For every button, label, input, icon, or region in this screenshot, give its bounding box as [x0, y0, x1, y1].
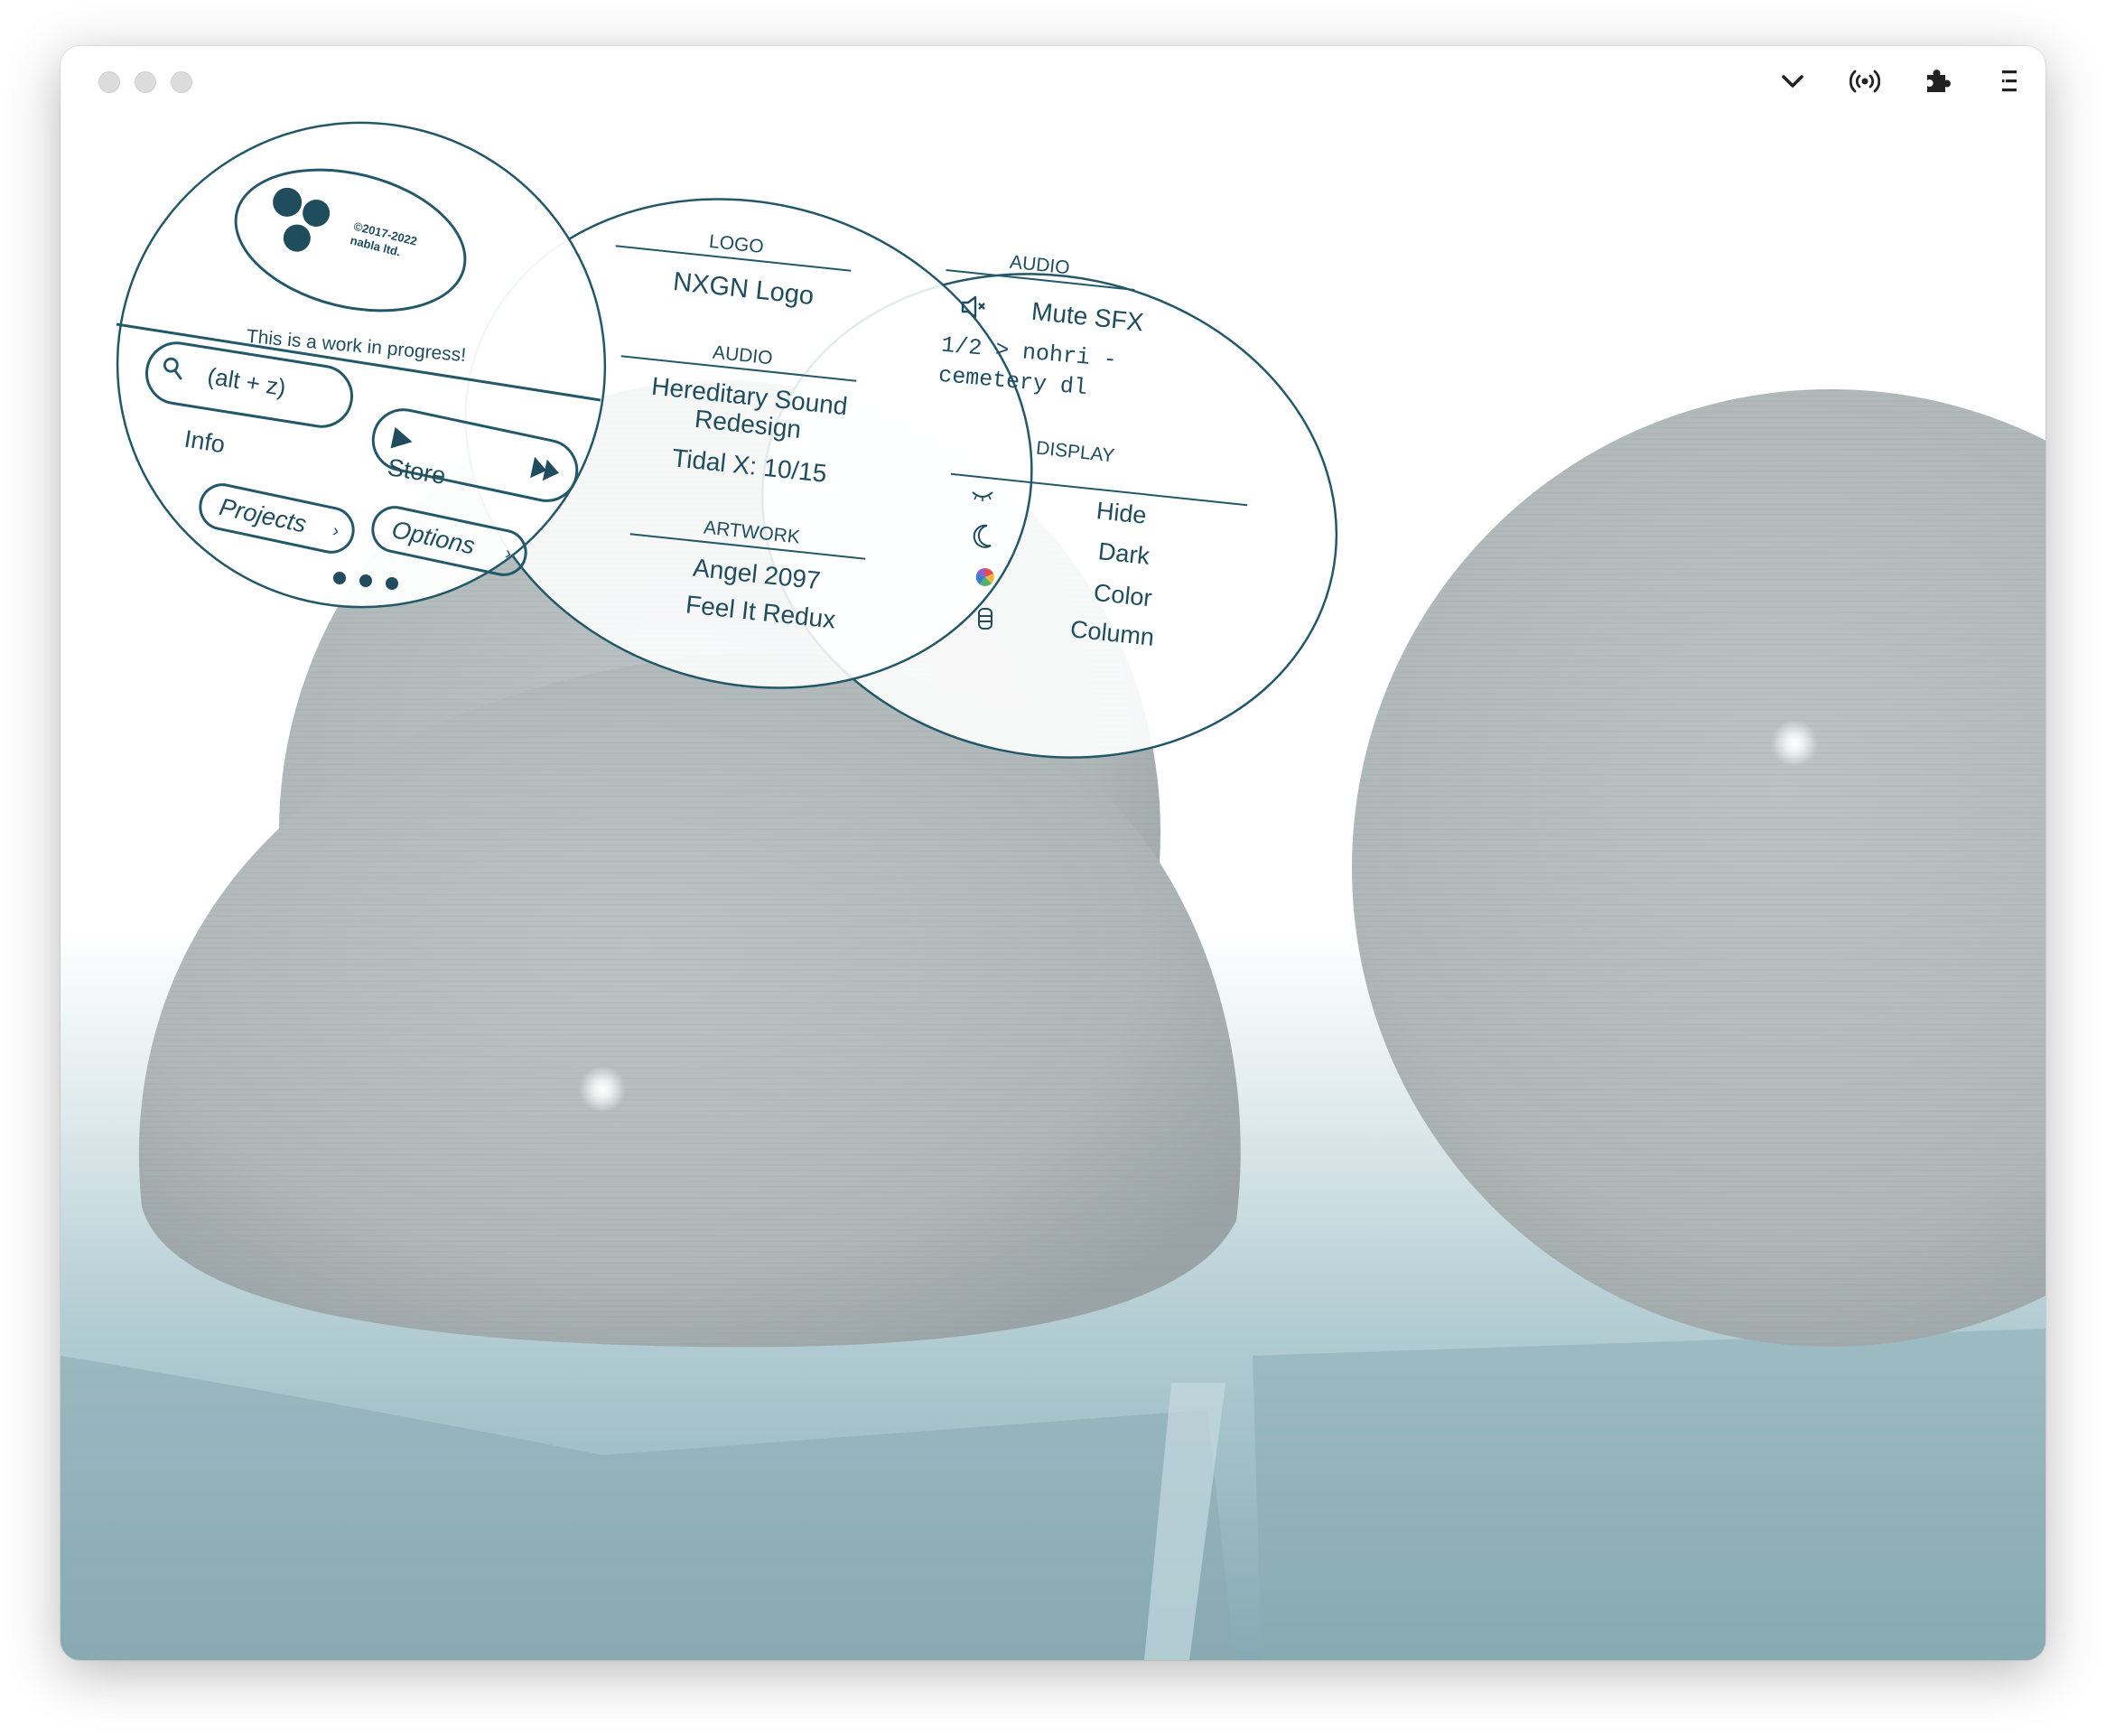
play-icon[interactable]	[388, 425, 416, 455]
chevron-right-icon: ›	[331, 520, 341, 542]
color-option[interactable]: Color	[1093, 579, 1153, 613]
column-icon	[978, 608, 992, 630]
broadcast-icon[interactable]	[1844, 61, 1886, 102]
speaker-mute-icon	[961, 295, 985, 319]
nabla-logo-icon	[273, 187, 331, 252]
chevron-right-icon: ›	[503, 543, 514, 565]
zoom-window-button[interactable]	[171, 71, 192, 93]
close-window-button[interactable]	[98, 71, 120, 93]
projects-label: Projects	[217, 492, 309, 538]
search-shortcut-text: (alt + z)	[205, 361, 288, 402]
options-label: Options	[389, 515, 478, 560]
more-dots-icon[interactable]	[329, 568, 410, 595]
puzzle-icon[interactable]	[1916, 61, 1958, 102]
hide-option[interactable]: Hide	[1095, 497, 1148, 530]
title-bar	[61, 46, 2045, 118]
minimize-window-button[interactable]	[135, 71, 156, 93]
fast-forward-icon[interactable]	[528, 454, 565, 486]
eye-closed-icon	[972, 491, 993, 501]
moon-icon	[973, 524, 992, 548]
search-icon	[163, 357, 182, 380]
dark-option[interactable]: Dark	[1097, 537, 1151, 571]
menu-icon[interactable]	[1989, 61, 2030, 102]
color-wheel-icon	[975, 567, 994, 586]
chevron-down-icon[interactable]	[1772, 61, 1813, 102]
browser-window: ©2017-2022 nabla ltd. This is a work in …	[61, 46, 2045, 1660]
